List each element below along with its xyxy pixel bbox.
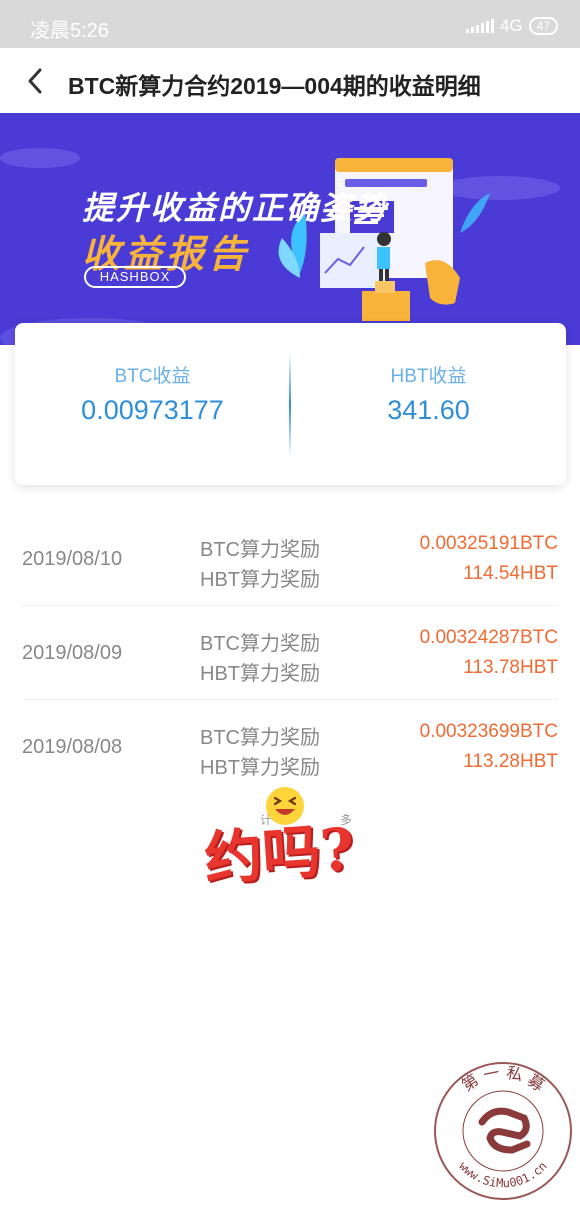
hbt-reward-value: 113.28HBT bbox=[463, 751, 558, 772]
hbt-reward-value: 113.78HBT bbox=[463, 657, 558, 678]
hbt-reward-label: HBT算力奖励 bbox=[200, 569, 320, 591]
btc-reward-label: BTC算力奖励 bbox=[200, 633, 320, 655]
chevron-left-icon[interactable] bbox=[20, 66, 50, 96]
hbt-earnings-value: 341.60 bbox=[387, 395, 470, 425]
btc-earnings-label: BTC收益 bbox=[114, 366, 191, 387]
record-date: 2019/08/10 bbox=[22, 548, 123, 570]
network-type: 4G bbox=[499, 16, 523, 35]
status-bar: 凌晨5:26 4G 47 bbox=[0, 0, 580, 48]
status-indicators: 4G 47 bbox=[465, 16, 558, 36]
earnings-record-list: 2019/08/10 BTC算力奖励 0.00325191BTC HBT算力奖励… bbox=[0, 512, 580, 794]
hbt-reward-label: HBT算力奖励 bbox=[200, 663, 320, 685]
earnings-summary-card: BTC收益 0.00973177 HBT收益 341.60 bbox=[15, 323, 566, 485]
nav-header: BTC新算力合约2019—004期的收益明细 bbox=[0, 48, 580, 114]
hbt-earnings-label: HBT收益 bbox=[390, 366, 467, 387]
list-item[interactable]: 2019/08/10 BTC算力奖励 0.00325191BTC HBT算力奖励… bbox=[22, 512, 558, 606]
btc-reward-value: 0.00325191BTC bbox=[419, 533, 558, 554]
record-date: 2019/08/09 bbox=[22, 642, 123, 664]
watermark-seal-icon: 第 一 私 募 www.SiMu001.cn bbox=[434, 1062, 572, 1200]
btc-summary: BTC收益 0.00973177 bbox=[15, 323, 290, 485]
list-item[interactable]: 2019/08/08 BTC算力奖励 0.00323699BTC HBT算力奖励… bbox=[22, 700, 558, 794]
page-title: BTC新算力合约2019—004期的收益明细 bbox=[68, 73, 481, 99]
sticker-overlay: 约吗? 计 多 bbox=[200, 785, 400, 893]
btc-reward-value: 0.00324287BTC bbox=[419, 627, 558, 648]
btc-reward-label: BTC算力奖励 bbox=[200, 539, 320, 561]
btc-earnings-value: 0.00973177 bbox=[81, 395, 224, 425]
banner-badge: HASHBOX bbox=[84, 266, 186, 288]
grinning-face-icon bbox=[266, 787, 304, 825]
hbt-summary: HBT收益 341.60 bbox=[291, 323, 566, 485]
battery-icon: 47 bbox=[528, 17, 558, 35]
hbt-reward-label: HBT算力奖励 bbox=[200, 757, 320, 779]
list-item[interactable]: 2019/08/09 BTC算力奖励 0.00324287BTC HBT算力奖励… bbox=[22, 606, 558, 700]
btc-reward-value: 0.00323699BTC bbox=[419, 721, 558, 742]
record-date: 2019/08/08 bbox=[22, 736, 123, 758]
sticker-small-right: 多 bbox=[340, 813, 353, 827]
status-time: 凌晨5:26 bbox=[30, 20, 109, 42]
btc-reward-label: BTC算力奖励 bbox=[200, 727, 320, 749]
hbt-reward-value: 114.54HBT bbox=[463, 563, 558, 584]
signal-icon bbox=[465, 19, 494, 33]
promo-banner[interactable]: 提升收益的正确姿势 收益报告 HASHBOX bbox=[0, 113, 580, 345]
